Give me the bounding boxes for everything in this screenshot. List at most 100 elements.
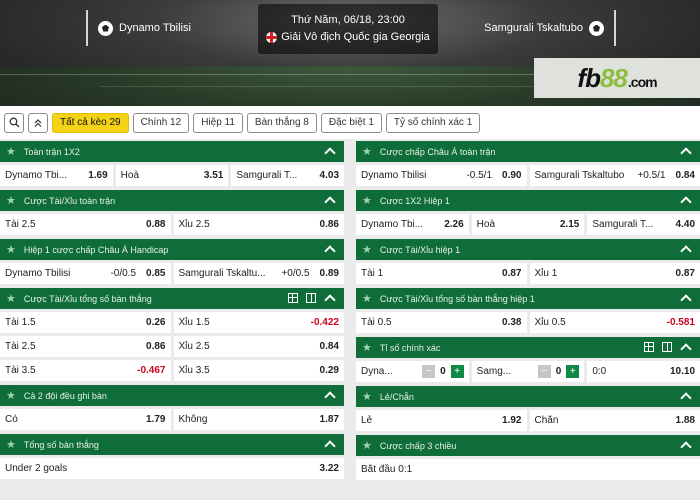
odds-cell[interactable]: Hoà 2.15 xyxy=(472,214,585,235)
market-header[interactable]: ★ Tổng số bàn thắng xyxy=(0,434,344,455)
home-team-name: Dynamo Tbilisi xyxy=(119,22,191,34)
star-icon[interactable]: ★ xyxy=(362,145,372,158)
star-icon[interactable]: ★ xyxy=(6,389,16,402)
chevron-up-icon[interactable] xyxy=(680,294,691,305)
market-header[interactable]: ★ Cả 2 đội đều ghi bàn xyxy=(0,385,344,406)
star-icon[interactable]: ★ xyxy=(362,194,372,207)
odds-cell[interactable]: Xỉu 3.5 0.29 xyxy=(174,360,345,381)
list-view-icon[interactable] xyxy=(662,342,672,352)
chevron-up-icon[interactable] xyxy=(324,391,335,402)
star-icon[interactable]: ★ xyxy=(362,243,372,256)
double-chevron-up-icon[interactable] xyxy=(28,113,48,133)
tab-correct-score[interactable]: Tỷ số chính xác 1 xyxy=(386,113,480,133)
market-total-goals-over-under: ★ Cược Tài/Xỉu tổng số bàn thắng Tài 1.5 0… xyxy=(0,288,344,381)
away-team: Samgurali Tskaltubo xyxy=(484,10,616,46)
star-icon[interactable]: ★ xyxy=(362,292,372,305)
market-header[interactable]: ★ Cược Tài/Xỉu tổng số bàn thắng xyxy=(0,288,344,309)
decrement-button[interactable]: − xyxy=(538,365,551,378)
star-icon[interactable]: ★ xyxy=(362,439,372,452)
odds-cell[interactable]: Samgurali T... 4.40 xyxy=(587,214,700,235)
tab-half[interactable]: Hiệp 11 xyxy=(193,113,243,133)
chevron-up-icon[interactable] xyxy=(324,294,335,305)
chevron-up-icon[interactable] xyxy=(680,196,691,207)
market-header[interactable]: ★ Cược 1X2 Hiệp 1 xyxy=(356,190,700,211)
chevron-up-icon[interactable] xyxy=(324,147,335,158)
odds-cell[interactable]: Dynamo Tbilisi -0.5/1 0.90 xyxy=(356,165,527,186)
odds-cell[interactable]: Under 2 goals 3.22 xyxy=(0,458,344,479)
left-market-column: ★ Toàn trận 1X2 Dynamo Tbi... 1.69 Hoà 3.51… xyxy=(0,141,344,483)
market-both-teams-score: ★ Cả 2 đội đều ghi bàn Có 1.79 Không 1.87 xyxy=(0,385,344,430)
odds-cell[interactable]: Tài 3.5 -0.467 xyxy=(0,360,171,381)
odds-cell[interactable]: Hoà 3.51 xyxy=(116,165,229,186)
market-fulltime-asian-handicap: ★ Cược chấp Châu Á toàn trận Dynamo Tbili… xyxy=(356,141,700,186)
odds-cell[interactable]: Samgurali T... 4.03 xyxy=(231,165,344,186)
increment-button[interactable]: + xyxy=(566,365,579,378)
market-header[interactable]: ★ Hiệp 1 cược chấp Châu Á Handicap xyxy=(0,239,344,260)
odds-cell[interactable]: Dynamo Tbi... 2.26 xyxy=(356,214,469,235)
odds-cell[interactable]: Xỉu 2.5 0.86 xyxy=(174,214,345,235)
odds-cell[interactable]: Không 1.87 xyxy=(174,409,345,430)
star-icon[interactable]: ★ xyxy=(362,390,372,403)
odds-cell[interactable]: Tài 1 0.87 xyxy=(356,263,527,284)
star-icon[interactable]: ★ xyxy=(6,243,16,256)
chevron-up-icon[interactable] xyxy=(324,196,335,207)
market-header[interactable]: ★ Cược chấp 3 chiều xyxy=(356,435,700,456)
away-score-stepper: Samg... −0 + xyxy=(472,361,585,382)
market-fulltime-1x2: ★ Toàn trận 1X2 Dynamo Tbi... 1.69 Hoà 3.51… xyxy=(0,141,344,186)
chevron-up-icon[interactable] xyxy=(680,441,691,452)
market-first-half-asian-handicap: ★ Hiệp 1 cược chấp Châu Á Handicap Dynamo… xyxy=(0,239,344,284)
chevron-up-icon[interactable] xyxy=(324,440,335,451)
odds-cell[interactable]: Xỉu 1 0.87 xyxy=(530,263,700,284)
odds-cell[interactable]: Chẵn 1.88 xyxy=(530,410,700,431)
star-icon[interactable]: ★ xyxy=(6,292,16,305)
star-icon[interactable]: ★ xyxy=(6,194,16,207)
tab-all[interactable]: Tất cả kèo 29 xyxy=(52,113,129,133)
market-header[interactable]: ★ Cược Tài/Xỉu hiệp 1 xyxy=(356,239,700,260)
decrement-button[interactable]: − xyxy=(422,365,435,378)
star-icon[interactable]: ★ xyxy=(6,438,16,451)
list-view-icon[interactable] xyxy=(306,293,316,303)
chevron-up-icon[interactable] xyxy=(324,245,335,256)
odds-cell[interactable]: Có 1.79 xyxy=(0,409,171,430)
market-header[interactable]: ★ Cược Tài/Xỉu toàn trận xyxy=(0,190,344,211)
chevron-up-icon[interactable] xyxy=(680,343,691,354)
soccer-ball-icon xyxy=(98,21,113,36)
star-icon[interactable]: ★ xyxy=(362,341,372,354)
tab-main[interactable]: Chính 12 xyxy=(133,113,190,133)
odds-cell[interactable]: Tài 2.5 0.86 xyxy=(0,336,171,357)
odds-cell[interactable]: Samgurali Tskaltu... +0/0.5 0.89 xyxy=(174,263,345,284)
tab-special[interactable]: Đặc biệt 1 xyxy=(321,113,382,133)
star-icon[interactable]: ★ xyxy=(6,145,16,158)
match-header: Dynamo Tbilisi Thứ Năm, 06/18, 23:00 Giả… xyxy=(0,0,700,106)
search-icon[interactable] xyxy=(4,113,24,133)
market-first-half-total-goals: ★ Cược Tài/Xỉu tổng số bàn thắng hiệp 1 T… xyxy=(356,288,700,333)
odds-cell[interactable]: Tài 1.5 0.26 xyxy=(0,312,171,333)
odds-cell[interactable]: 0:0 10.10 xyxy=(587,361,700,382)
tab-goals[interactable]: Bàn thắng 8 xyxy=(247,113,317,133)
market-header[interactable]: ★ Cược chấp Châu Á toàn trận xyxy=(356,141,700,162)
odds-cell[interactable]: Dynamo Tbilisi -0/0.5 0.85 xyxy=(0,263,171,284)
odds-cell[interactable]: Lẻ 1.92 xyxy=(356,410,527,431)
odds-cell[interactable]: Tài 0.5 0.38 xyxy=(356,312,527,333)
market-header[interactable]: ★ Toàn trận 1X2 xyxy=(0,141,344,162)
chevron-up-icon[interactable] xyxy=(680,147,691,158)
grid-view-icon[interactable] xyxy=(288,293,298,303)
georgia-flag-icon xyxy=(266,32,277,43)
chevron-up-icon[interactable] xyxy=(680,392,691,403)
increment-button[interactable]: + xyxy=(451,365,464,378)
odds-cell[interactable]: Xỉu 1.5 -0.422 xyxy=(174,312,345,333)
odds-cell[interactable]: Tài 2.5 0.88 xyxy=(0,214,171,235)
chevron-up-icon[interactable] xyxy=(680,245,691,256)
odds-cell[interactable]: Xỉu 0.5 -0.581 xyxy=(530,312,700,333)
odds-cell[interactable]: Samgurali Tskaltubo +0.5/1 0.84 xyxy=(530,165,700,186)
grid-view-icon[interactable] xyxy=(644,342,654,352)
match-info: Thứ Năm, 06/18, 23:00 Giải Vô địch Quốc … xyxy=(258,4,438,54)
market-header[interactable]: ★ Cược Tài/Xỉu tổng số bàn thắng hiệp 1 xyxy=(356,288,700,309)
market-header[interactable]: ★ Tỉ số chính xác xyxy=(356,337,700,358)
right-market-column: ★ Cược chấp Châu Á toàn trận Dynamo Tbili… xyxy=(356,141,700,484)
odds-cell[interactable]: Xỉu 2.5 0.84 xyxy=(174,336,345,357)
odds-cell[interactable]: Dynamo Tbi... 1.69 xyxy=(0,165,113,186)
handicap-start-label: Bắt đầu 0:1 xyxy=(356,459,700,480)
market-header[interactable]: ★ Lẻ/Chẵn xyxy=(356,386,700,407)
market-three-way-handicap: ★ Cược chấp 3 chiều Bắt đầu 0:1 xyxy=(356,435,700,480)
